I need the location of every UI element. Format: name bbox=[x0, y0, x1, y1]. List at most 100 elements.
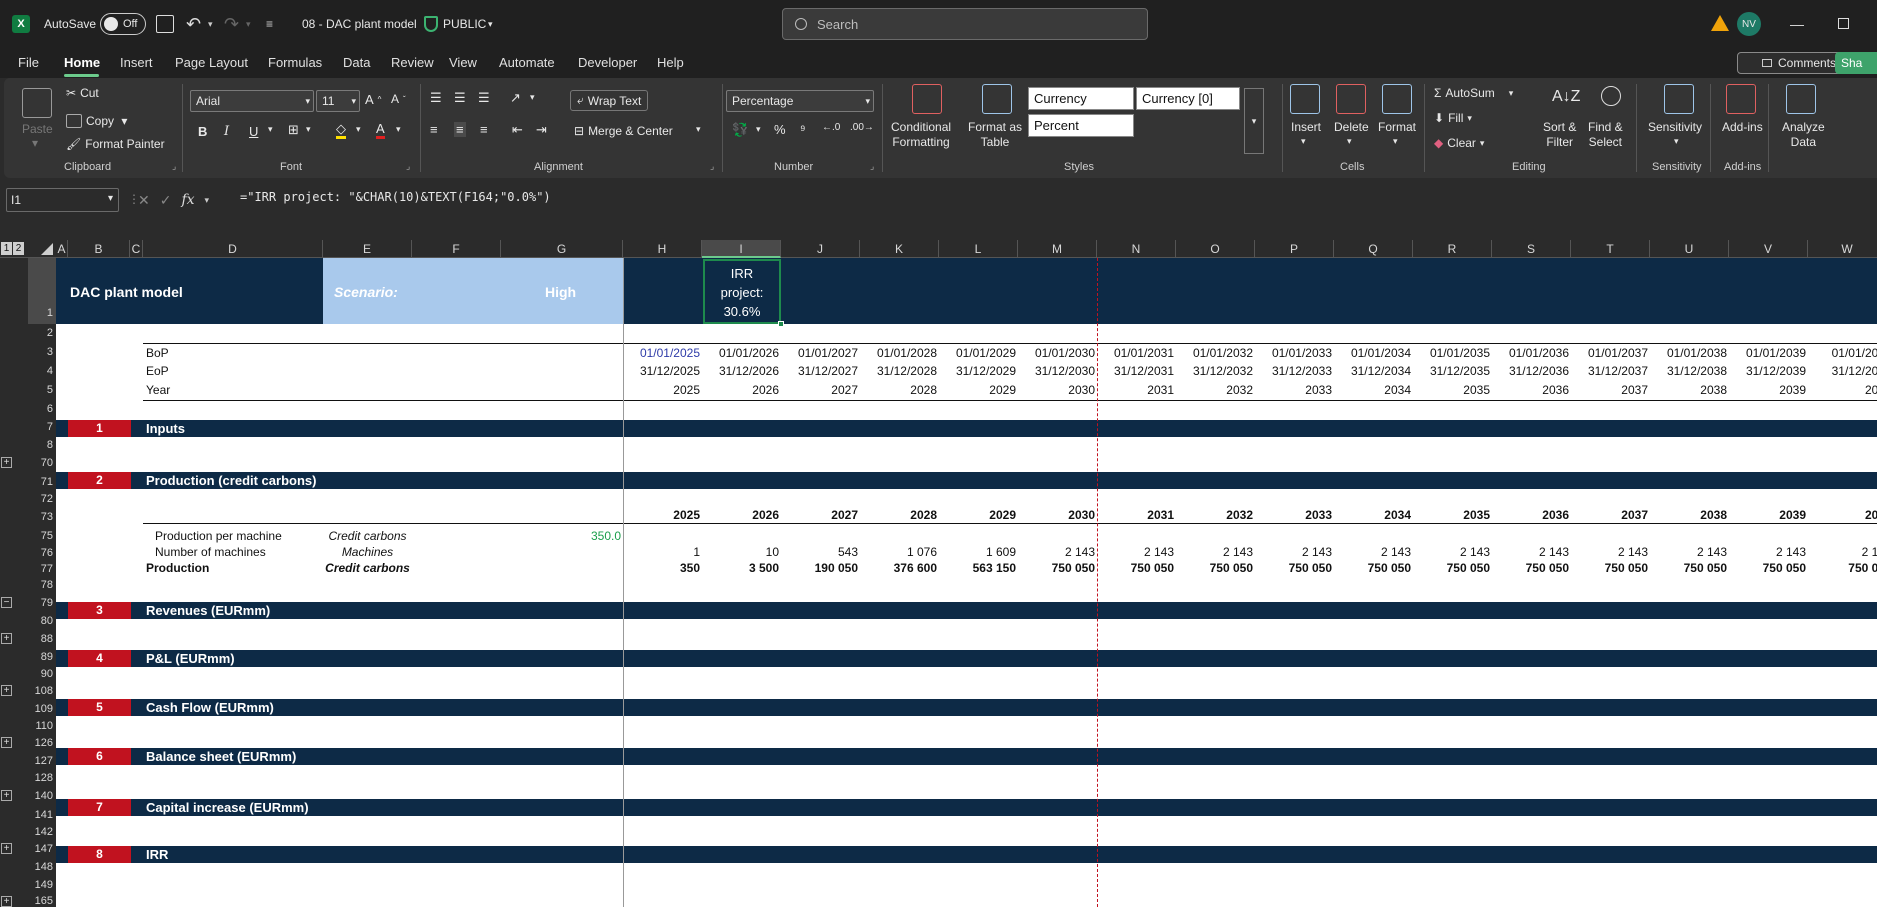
eop-value[interactable]: 31/12/2036 bbox=[1492, 364, 1569, 378]
bop-value[interactable]: 01/01/2027 bbox=[781, 346, 858, 360]
section-title[interactable]: P&L (EURmm) bbox=[146, 650, 235, 667]
section-number[interactable]: 5 bbox=[68, 699, 131, 716]
production-value[interactable]: 2 143 bbox=[1413, 545, 1490, 559]
bop-value[interactable]: 01/01/2038 bbox=[1650, 346, 1727, 360]
search-input[interactable]: Search bbox=[782, 8, 1148, 40]
column-header-t[interactable]: T bbox=[1571, 240, 1650, 258]
production-value[interactable]: 750 050 bbox=[1413, 561, 1490, 575]
fill-color-dropdown-icon[interactable]: ▾ bbox=[356, 124, 361, 135]
tab-developer[interactable]: Developer bbox=[578, 55, 637, 70]
production-year[interactable]: 2026 bbox=[702, 508, 779, 522]
avatar[interactable]: NV bbox=[1737, 12, 1761, 36]
row-header-1[interactable]: 1 bbox=[28, 258, 56, 324]
production-year[interactable]: 2036 bbox=[1492, 508, 1569, 522]
row-header-127[interactable]: 127 bbox=[28, 753, 56, 770]
chevron-down-icon[interactable]: ▾ bbox=[488, 0, 493, 48]
column-header-c[interactable]: C bbox=[130, 240, 143, 258]
tab-data[interactable]: Data bbox=[343, 55, 370, 70]
column-header-s[interactable]: S bbox=[1492, 240, 1571, 258]
tab-home[interactable]: Home bbox=[64, 55, 100, 70]
fill-button[interactable]: ⬇ Fill ▾ bbox=[1434, 111, 1472, 125]
add-ins-button[interactable]: Add-ins bbox=[1722, 120, 1763, 134]
section-title[interactable]: Balance sheet (EURmm) bbox=[146, 748, 296, 765]
sensitivity-button[interactable]: Sensitivity bbox=[1648, 120, 1702, 134]
style-currency[interactable]: Currency bbox=[1028, 87, 1134, 110]
row-header-149[interactable]: 149 bbox=[28, 877, 56, 893]
row-header-140[interactable]: 140 bbox=[28, 787, 56, 806]
eop-value[interactable]: 31/12/2037 bbox=[1571, 364, 1648, 378]
section-number[interactable]: 8 bbox=[68, 846, 131, 863]
save-icon[interactable] bbox=[156, 15, 174, 33]
tab-formulas[interactable]: Formulas bbox=[268, 55, 322, 70]
production-row-label[interactable]: Production bbox=[146, 561, 209, 575]
row-header-142[interactable]: 142 bbox=[28, 824, 56, 840]
eop-value[interactable]: 31/12/2031 bbox=[1097, 364, 1174, 378]
production-year[interactable]: 2038 bbox=[1650, 508, 1727, 522]
eop-value[interactable]: 31/12/2035 bbox=[1413, 364, 1490, 378]
sensitivity-label[interactable]: PUBLIC bbox=[443, 0, 486, 48]
production-year[interactable]: 2031 bbox=[1097, 508, 1174, 522]
column-header-v[interactable]: V bbox=[1729, 240, 1808, 258]
align-right-icon[interactable]: ≡ bbox=[480, 122, 488, 137]
expand-group-icon[interactable]: + bbox=[1, 685, 12, 696]
row-header-108[interactable]: 108 bbox=[28, 682, 56, 701]
copy-dropdown-icon[interactable]: ▾ bbox=[118, 114, 127, 128]
section-title[interactable]: Inputs bbox=[146, 420, 185, 437]
align-top-icon[interactable]: ☰ bbox=[430, 90, 442, 106]
eop-value[interactable]: 31/12/2028 bbox=[860, 364, 937, 378]
autosave-toggle[interactable]: Off bbox=[100, 13, 146, 35]
copy-button[interactable]: Copy ▾ bbox=[66, 114, 127, 128]
column-header-m[interactable]: M bbox=[1018, 240, 1097, 258]
align-center-icon[interactable]: ≡ bbox=[454, 122, 466, 137]
minimize-icon[interactable]: — bbox=[1790, 0, 1804, 48]
row-header-89[interactable]: 89 bbox=[28, 648, 56, 666]
delete-cells-button[interactable]: Delete bbox=[1334, 120, 1369, 134]
row-header-147[interactable]: 147 bbox=[28, 840, 56, 858]
font-launcher-icon[interactable]: ⌟ bbox=[406, 161, 410, 172]
production-value[interactable]: 2 143 bbox=[1729, 545, 1806, 559]
eop-value[interactable]: 31/12/2039 bbox=[1729, 364, 1806, 378]
production-value[interactable]: 750 050 bbox=[1729, 561, 1806, 575]
row-header-2[interactable]: 2 bbox=[28, 324, 56, 343]
bop-value[interactable]: 01/01/204 bbox=[1808, 346, 1877, 360]
row-header-7[interactable]: 7 bbox=[28, 418, 56, 437]
production-row-label[interactable]: Production per machine bbox=[155, 529, 282, 543]
bop-value[interactable]: 01/01/2033 bbox=[1255, 346, 1332, 360]
column-header-r[interactable]: R bbox=[1413, 240, 1492, 258]
bop-label[interactable]: BoP bbox=[146, 346, 169, 360]
column-header-b[interactable]: B bbox=[68, 240, 130, 258]
production-value[interactable]: 190 050 bbox=[781, 561, 858, 575]
production-value[interactable]: 376 600 bbox=[860, 561, 937, 575]
eop-label[interactable]: EoP bbox=[146, 364, 169, 378]
conditional-formatting-button[interactable]: Conditional Formatting bbox=[891, 120, 951, 150]
column-header-i[interactable]: I bbox=[702, 240, 781, 258]
orientation-icon[interactable]: ↗ bbox=[510, 90, 521, 106]
production-row-unit[interactable]: Credit carbons bbox=[323, 561, 412, 575]
eop-value[interactable]: 31/12/2032 bbox=[1176, 364, 1253, 378]
increase-font-size-button[interactable]: A ^ bbox=[365, 92, 381, 107]
bop-value[interactable]: 01/01/2031 bbox=[1097, 346, 1174, 360]
decrease-font-size-button[interactable]: Aˇ bbox=[391, 92, 406, 106]
bop-value[interactable]: 01/01/2035 bbox=[1413, 346, 1490, 360]
bop-value[interactable]: 01/01/2028 bbox=[860, 346, 937, 360]
column-header-h[interactable]: H bbox=[623, 240, 702, 258]
row-header-148[interactable]: 148 bbox=[28, 858, 56, 877]
tab-automate[interactable]: Automate bbox=[499, 55, 555, 70]
scenario-label[interactable]: Scenario: bbox=[334, 284, 398, 300]
production-year[interactable]: 2035 bbox=[1413, 508, 1490, 522]
insert-function-icon[interactable]: fx bbox=[181, 192, 194, 208]
customize-quick-access-icon[interactable]: ≡ bbox=[266, 0, 273, 48]
wrap-text-button[interactable]: ⤶ Wrap Text bbox=[570, 90, 649, 111]
clear-button[interactable]: ◆ Clear ▾ bbox=[1434, 136, 1484, 150]
chevron-down-icon[interactable]: ▾ bbox=[1301, 136, 1306, 147]
column-header-p[interactable]: P bbox=[1255, 240, 1334, 258]
production-value[interactable]: 2 143 bbox=[1176, 545, 1253, 559]
row-header-78[interactable]: 78 bbox=[28, 577, 56, 594]
section-number[interactable]: 4 bbox=[68, 650, 131, 667]
tab-insert[interactable]: Insert bbox=[120, 55, 153, 70]
production-value[interactable]: 2 143 bbox=[1334, 545, 1411, 559]
year-value[interactable]: 204 bbox=[1808, 383, 1877, 397]
align-bottom-icon[interactable]: ☰ bbox=[478, 90, 490, 106]
sort-filter-button[interactable]: Sort & Filter bbox=[1543, 120, 1576, 150]
year-value[interactable]: 2039 bbox=[1729, 383, 1806, 397]
